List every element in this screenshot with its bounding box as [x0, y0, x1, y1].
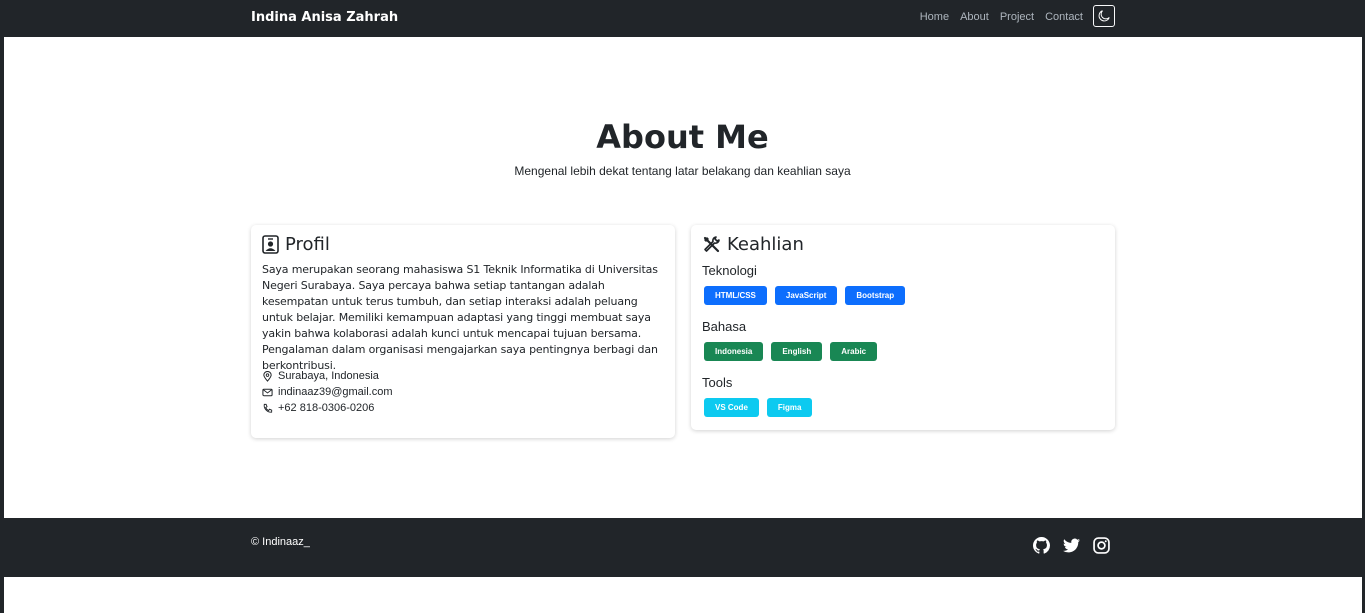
github-icon[interactable]: [1033, 537, 1050, 554]
badges-bahasa: Indonesia English Arabic: [704, 342, 878, 361]
phone-text[interactable]: +62 818-0306-0206: [278, 402, 374, 414]
person-badge-icon: [262, 235, 279, 254]
skill-badge: VS Code: [704, 398, 759, 417]
group-label-teknologi: Teknologi: [702, 263, 757, 278]
moon-icon: [1098, 10, 1110, 22]
copyright: © Indinaaz_: [251, 536, 310, 548]
contact-location: Surabaya, Indonesia: [262, 370, 379, 382]
location-text: Surabaya, Indonesia: [278, 370, 379, 382]
contact-email: indinaaz39@gmail.com: [262, 386, 393, 398]
footer: © Indinaaz_: [0, 518, 1365, 577]
twitter-icon[interactable]: [1063, 537, 1080, 554]
keahlian-heading: Keahlian: [727, 234, 804, 255]
phone-icon: [263, 403, 273, 413]
nav-about[interactable]: About: [960, 11, 989, 23]
badges-tools: VS Code Figma: [704, 398, 813, 417]
skill-badge: Indonesia: [704, 342, 764, 361]
group-label-bahasa: Bahasa: [702, 319, 747, 334]
nav-contact[interactable]: Contact: [1045, 11, 1083, 23]
nav-project[interactable]: Project: [1000, 11, 1034, 23]
profil-description: Saya merupakan seorang mahasiswa S1 Tekn…: [262, 263, 658, 372]
skill-badge: Bootstrap: [845, 286, 906, 305]
keahlian-card: Keahlian Teknologi HTML/CSS JavaScript B…: [691, 225, 1115, 430]
skill-badge: Figma: [766, 398, 813, 417]
theme-toggle-button[interactable]: [1093, 5, 1115, 27]
geo-pin-icon: [263, 370, 272, 382]
nav-links: Home About Project Contact: [920, 11, 1083, 23]
email-text[interactable]: indinaaz39@gmail.com: [278, 386, 393, 398]
tools-icon: [703, 236, 720, 253]
page-subtitle: Mengenal lebih dekat tentang latar belak…: [514, 164, 851, 178]
nav-home[interactable]: Home: [920, 11, 949, 23]
profil-heading: Profil: [285, 234, 330, 255]
profil-card: Profil Saya merupakan seorang mahasiswa …: [251, 225, 675, 438]
profil-header: Profil: [262, 234, 330, 255]
envelope-icon: [262, 388, 273, 396]
contact-phone: +62 818-0306-0206: [262, 402, 374, 414]
page-title: About Me: [596, 118, 769, 156]
social-links: [1033, 537, 1110, 554]
skill-badge: Arabic: [830, 342, 878, 361]
keahlian-header: Keahlian: [702, 234, 804, 255]
skill-badge: JavaScript: [774, 286, 838, 305]
skill-badge: HTML/CSS: [704, 286, 767, 305]
navbar: Indina Anisa Zahrah Home About Project C…: [0, 0, 1365, 37]
group-label-tools: Tools: [702, 375, 733, 390]
badges-teknologi: HTML/CSS JavaScript Bootstrap: [704, 286, 906, 305]
skill-badge: English: [771, 342, 823, 361]
brand[interactable]: Indina Anisa Zahrah: [251, 10, 398, 25]
instagram-icon[interactable]: [1093, 537, 1110, 554]
